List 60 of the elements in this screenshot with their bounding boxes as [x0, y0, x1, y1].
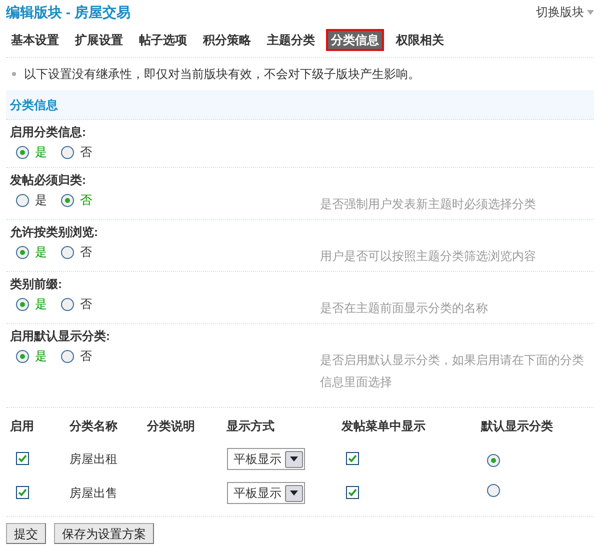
checkbox[interactable]	[346, 486, 359, 499]
page-title: 编辑版块 - 房屋交易	[6, 2, 130, 22]
setting-label: 类别前缀:	[10, 276, 63, 293]
radio-button[interactable]	[61, 350, 74, 362]
display-mode-select[interactable]: 平板显示	[226, 448, 305, 470]
radio-button[interactable]	[16, 194, 29, 206]
notice-text: 以下设置没有继承性，即仅对当前版块有效，不会对下级子版块产生影响。	[24, 66, 420, 83]
tab[interactable]: 基本设置	[6, 29, 64, 51]
setting-label: 启用分类信息:	[10, 124, 87, 141]
setting-description: 用户是否可以按照主题分类筛选浏览内容	[320, 248, 537, 265]
setting-description: 是否在主题前面显示分类的名称	[320, 300, 489, 317]
column-header: 启用	[10, 418, 35, 435]
caret-icon	[587, 10, 594, 14]
setting-label: 允许按类别浏览:	[10, 224, 99, 241]
switch-forum-dropdown[interactable]: 切换版块	[536, 3, 594, 21]
checkbox[interactable]	[16, 452, 29, 465]
tab[interactable]: 帖子选项	[134, 29, 192, 51]
radio-button[interactable]	[486, 484, 500, 497]
radio-button[interactable]	[486, 454, 500, 467]
radio-label: 是	[35, 296, 47, 313]
tab[interactable]: 分类信息	[326, 29, 384, 51]
tab[interactable]: 扩展设置	[70, 29, 128, 51]
radio-button[interactable]	[16, 146, 29, 158]
setting-label: 启用默认显示分类:	[10, 328, 111, 345]
radio-label: 否	[80, 348, 92, 365]
table-cell: 房屋出售	[70, 486, 118, 500]
tab[interactable]: 权限相关	[391, 29, 449, 51]
bullet-icon	[12, 72, 16, 76]
column-header: 默认显示分类	[480, 418, 554, 435]
radio-button[interactable]	[16, 350, 29, 362]
form-button[interactable]: 提交	[6, 523, 46, 544]
setting-label: 发帖必须归类:	[10, 172, 87, 189]
radio-label: 否	[80, 244, 92, 261]
display-mode-select[interactable]: 平板显示	[226, 482, 305, 504]
radio-button[interactable]	[16, 246, 29, 258]
tab[interactable]: 积分策略	[198, 29, 256, 51]
column-header: 分类名称	[70, 418, 119, 435]
column-header: 分类说明	[147, 418, 196, 435]
section-header: 分类信息	[6, 90, 594, 120]
radio-label: 否	[80, 192, 92, 209]
radio-button[interactable]	[61, 146, 74, 158]
column-header: 发帖菜单中显示	[342, 418, 427, 435]
checkbox[interactable]	[16, 486, 29, 499]
table-cell: 房屋出租	[70, 452, 118, 466]
radio-button[interactable]	[16, 298, 29, 310]
radio-label: 是	[35, 144, 47, 161]
radio-label: 是	[35, 192, 47, 209]
column-header: 显示方式	[226, 418, 276, 435]
setting-description: 是否启用默认显示分类，如果启用请在下面的分类信息里面选择	[320, 352, 585, 391]
radio-label: 是	[35, 348, 47, 365]
radio-button[interactable]	[61, 246, 74, 258]
radio-label: 是	[35, 244, 47, 261]
radio-label: 否	[80, 144, 92, 161]
radio-button[interactable]	[61, 298, 74, 310]
setting-description: 是否强制用户发表新主题时必须选择分类	[320, 196, 537, 213]
tab[interactable]: 主题分类	[262, 29, 320, 51]
radio-label: 否	[80, 296, 92, 313]
form-button[interactable]: 保存为设置方案	[54, 523, 154, 544]
checkbox[interactable]	[346, 452, 359, 465]
radio-button[interactable]	[61, 194, 74, 206]
